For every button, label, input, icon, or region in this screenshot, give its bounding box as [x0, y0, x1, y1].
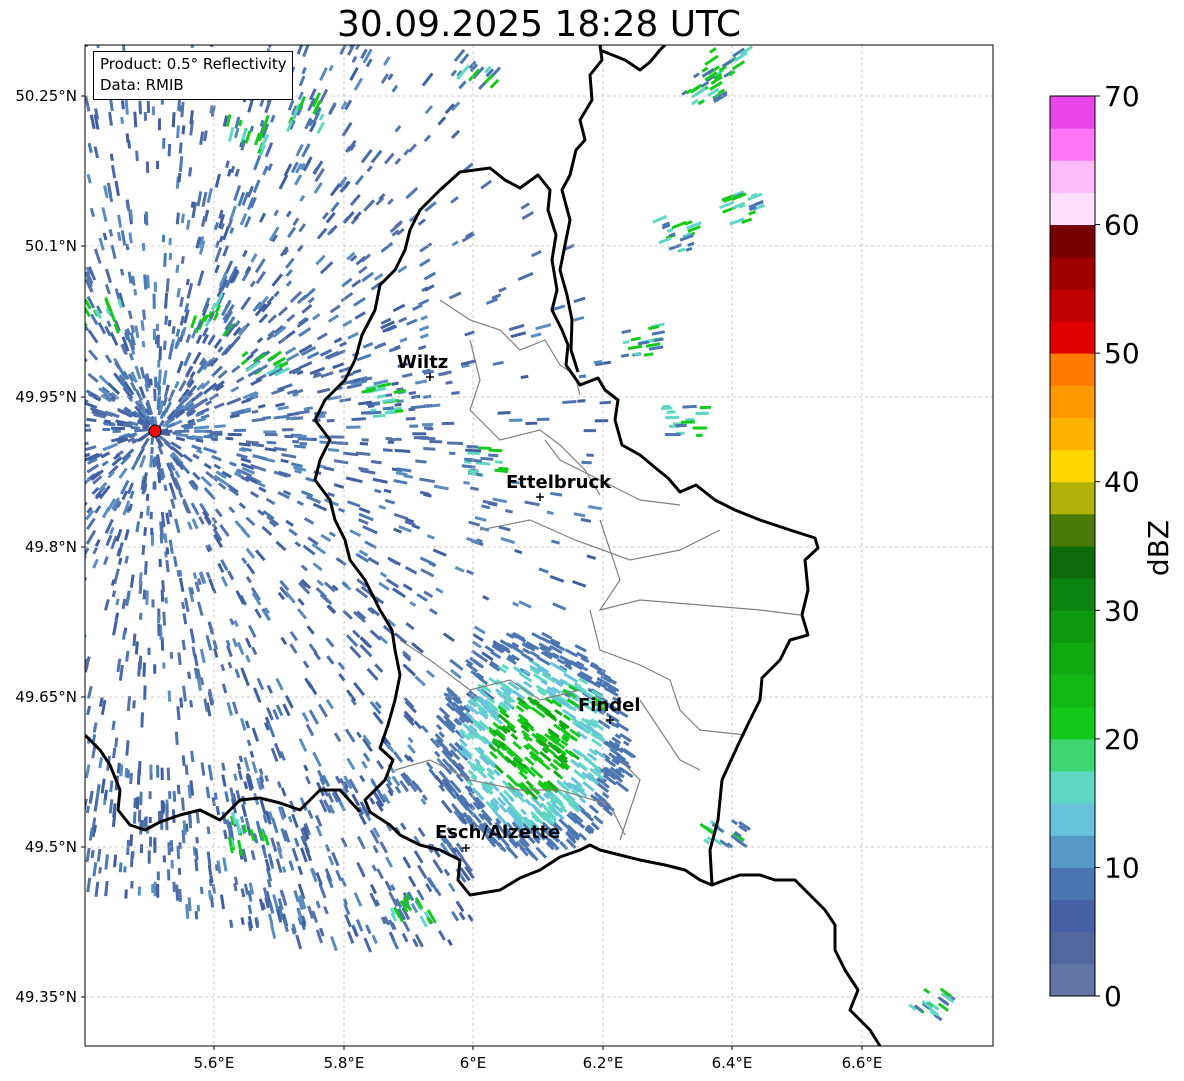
colorbar-segment — [1050, 706, 1095, 740]
colorbar — [1050, 96, 1095, 997]
lat-tick-label: 49.5°N — [25, 838, 77, 856]
city-label-wiltz: Wiltz — [397, 352, 448, 373]
data-source-text: Data: RMIB — [100, 76, 184, 94]
colorbar-segment — [1050, 321, 1095, 354]
colorbar-segment — [1050, 738, 1095, 772]
colorbar-segment — [1050, 578, 1095, 611]
radar-map: Wiltz Ettelbruck Findel Esch/Alzette 5.6… — [15, 44, 1175, 1072]
city-marker-ettelbruck — [536, 493, 544, 501]
colorbar-tick-label: 10 — [1104, 851, 1140, 884]
colorbar-segment — [1050, 610, 1095, 643]
lat-tick-label: 50.25°N — [15, 87, 77, 105]
colorbar-segment — [1050, 835, 1095, 868]
radar-echoes — [85, 45, 956, 1022]
colorbar-segment — [1050, 513, 1095, 547]
colorbar-segment — [1050, 385, 1095, 418]
colorbar-segment — [1050, 96, 1095, 129]
belgium-germany-border — [558, 45, 604, 373]
colorbar-label: dBZ — [1142, 520, 1175, 576]
colorbar-segment — [1050, 128, 1095, 161]
colorbar-segment — [1050, 642, 1095, 676]
colorbar-segment — [1050, 417, 1095, 451]
colorbar-segment — [1050, 288, 1095, 322]
colorbar-tick-label: 20 — [1104, 723, 1140, 756]
colorbar-segment — [1050, 256, 1095, 290]
colorbar-segment — [1050, 160, 1095, 193]
city-label-ettelbruck: Ettelbruck — [506, 472, 612, 493]
colorbar-segment — [1050, 224, 1095, 258]
info-box: Product: 0.5° Reflectivity Data: RMIB — [93, 51, 293, 100]
lat-tick-label: 49.35°N — [15, 988, 77, 1006]
colorbar-segment — [1050, 353, 1095, 386]
city-label-findel: Findel — [578, 695, 641, 716]
colorbar-tick-label: 0 — [1104, 980, 1122, 1013]
colorbar-segment — [1050, 803, 1095, 836]
france-germany-border — [711, 873, 882, 1046]
lon-tick-label: 5.6°E — [194, 1054, 235, 1072]
radar-site-marker — [148, 424, 162, 438]
lon-tick-label: 6°E — [460, 1054, 487, 1072]
product-text: Product: 0.5° Reflectivity — [100, 55, 287, 73]
city-markers — [426, 373, 614, 852]
colorbar-tick-label: 30 — [1104, 594, 1140, 627]
colorbar-tick-label: 70 — [1104, 80, 1140, 113]
district-borders — [394, 299, 801, 841]
colorbar-segment — [1050, 674, 1095, 708]
colorbar-segment — [1050, 867, 1095, 901]
colorbar-tick-label: 40 — [1104, 466, 1140, 499]
lon-tick-label: 6.6°E — [842, 1054, 883, 1072]
lon-tick-label: 6.4°E — [712, 1054, 753, 1072]
lat-tick-label: 49.95°N — [15, 388, 77, 406]
colorbar-segment — [1050, 899, 1095, 933]
colorbar-tick-label: 50 — [1104, 337, 1140, 370]
colorbar-ticks: 0 10 20 30 40 50 60 70 — [1095, 80, 1140, 1013]
colorbar-segment — [1050, 771, 1095, 804]
colorbar-segment — [1050, 546, 1095, 579]
germany-north-border — [599, 45, 667, 72]
lat-tick-label: 50.1°N — [25, 237, 77, 255]
colorbar-segment — [1050, 481, 1095, 515]
lat-tick-label: 49.65°N — [15, 688, 77, 706]
lon-tick-label: 5.8°E — [324, 1054, 365, 1072]
city-label-esch: Esch/Alzette — [435, 822, 560, 843]
colorbar-segment — [1050, 449, 1095, 483]
colorbar-segment — [1050, 931, 1095, 965]
lat-tick-label: 49.8°N — [25, 538, 77, 556]
colorbar-segment — [1050, 192, 1095, 226]
colorbar-segment — [1050, 963, 1095, 997]
colorbar-tick-label: 60 — [1104, 209, 1140, 242]
lon-tick-label: 6.2°E — [583, 1054, 624, 1072]
